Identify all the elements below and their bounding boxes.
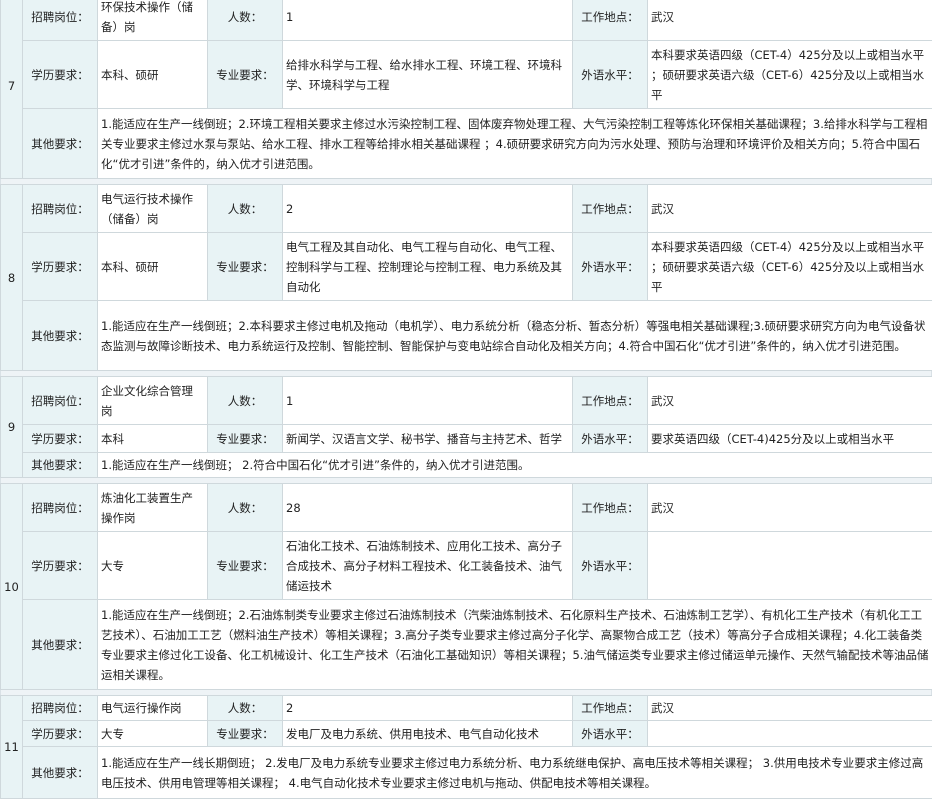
post-value: 炼油化工装置生产操作岗 [98, 484, 208, 532]
major-label: 专业要求： [208, 721, 283, 747]
major-value: 发电厂及电力系统、供用电技术、电气自动化技术 [283, 721, 573, 747]
job-table: 11招聘岗位：电气运行操作岗人数：2工作地点：武汉学历要求：大专专业要求：发电厂… [0, 695, 932, 799]
language-label: 外语水平： [573, 41, 648, 109]
count-value: 28 [283, 484, 573, 532]
count-label: 人数： [208, 696, 283, 721]
major-label: 专业要求： [208, 532, 283, 600]
post-label: 招聘岗位： [23, 484, 98, 532]
count-value: 2 [283, 185, 573, 233]
post-value: 企业文化综合管理岗 [98, 377, 208, 425]
other-label: 其他要求： [23, 747, 98, 799]
education-label: 学历要求： [23, 41, 98, 109]
location-label: 工作地点： [573, 185, 648, 233]
location-value: 武汉 [648, 0, 932, 41]
education-label: 学历要求： [23, 721, 98, 747]
post-label: 招聘岗位： [23, 185, 98, 233]
other-label: 其他要求： [23, 453, 98, 478]
education-value: 本科、硕研 [98, 233, 208, 301]
job-number: 10 [1, 484, 23, 690]
major-label: 专业要求： [208, 425, 283, 453]
other-value: 1.能适应在生产一线倒班； 2.符合中国石化“优才引进”条件的，纳入优才引进范围… [98, 453, 932, 478]
post-label: 招聘岗位： [23, 696, 98, 721]
other-value: 1.能适应在生产一线长期倒班； 2.发电厂及电力系统专业要求主修过电力系统分析、… [98, 747, 932, 799]
location-label: 工作地点： [573, 0, 648, 41]
job-table: 8招聘岗位：电气运行技术操作（储备）岗人数：2工作地点：武汉学历要求：本科、硕研… [0, 184, 932, 371]
count-label: 人数： [208, 0, 283, 41]
job-table: 7招聘岗位：环保技术操作（储备）岗人数：1工作地点：武汉学历要求：本科、硕研专业… [0, 0, 932, 179]
education-label: 学历要求： [23, 233, 98, 301]
count-value: 1 [283, 0, 573, 41]
other-label: 其他要求： [23, 301, 98, 371]
language-value: 本科要求英语四级（CET-4）425分及以上或相当水平 ；硕研要求英语六级（CE… [648, 233, 932, 301]
major-value: 给排水科学与工程、给水排水工程、环境工程、环境科学、环境科学与工程 [283, 41, 573, 109]
location-label: 工作地点： [573, 377, 648, 425]
job-table: 10招聘岗位：炼油化工装置生产操作岗人数：28工作地点：武汉学历要求：大专专业要… [0, 483, 932, 690]
language-label: 外语水平： [573, 233, 648, 301]
count-label: 人数： [208, 185, 283, 233]
count-label: 人数： [208, 484, 283, 532]
other-value: 1.能适应在生产一线倒班；2.环境工程相关要求主修过水污染控制工程、固体废弃物处… [98, 109, 932, 179]
location-value: 武汉 [648, 377, 932, 425]
location-label: 工作地点： [573, 696, 648, 721]
location-value: 武汉 [648, 185, 932, 233]
education-value: 大专 [98, 721, 208, 747]
count-label: 人数： [208, 377, 283, 425]
major-value: 电气工程及其自动化、电气工程与自动化、电气工程、控制科学与工程、控制理论与控制工… [283, 233, 573, 301]
other-label: 其他要求： [23, 109, 98, 179]
education-label: 学历要求： [23, 425, 98, 453]
count-value: 1 [283, 377, 573, 425]
location-label: 工作地点： [573, 484, 648, 532]
language-label: 外语水平： [573, 425, 648, 453]
language-value [648, 721, 932, 747]
job-table: 9招聘岗位：企业文化综合管理岗人数：1工作地点：武汉学历要求：本科专业要求：新闻… [0, 376, 932, 478]
other-label: 其他要求： [23, 600, 98, 690]
education-value: 大专 [98, 532, 208, 600]
job-number: 11 [1, 696, 23, 799]
language-label: 外语水平： [573, 532, 648, 600]
education-value: 本科 [98, 425, 208, 453]
count-value: 2 [283, 696, 573, 721]
education-value: 本科、硕研 [98, 41, 208, 109]
post-label: 招聘岗位： [23, 377, 98, 425]
language-value: 要求英语四级（CET-4)425分及以上或相当水平 [648, 425, 932, 453]
post-value: 电气运行技术操作（储备）岗 [98, 185, 208, 233]
major-value: 新闻学、汉语言文学、秘书学、播音与主持艺术、哲学 [283, 425, 573, 453]
job-number: 7 [1, 0, 23, 179]
post-label: 招聘岗位： [23, 0, 98, 41]
other-value: 1.能适应在生产一线倒班；2.本科要求主修过电机及拖动（电机学）、电力系统分析（… [98, 301, 932, 371]
language-value: 本科要求英语四级（CET-4）425分及以上或相当水平 ；硕研要求英语六级（CE… [648, 41, 932, 109]
major-label: 专业要求： [208, 233, 283, 301]
language-label: 外语水平： [573, 721, 648, 747]
post-value: 环保技术操作（储备）岗 [98, 0, 208, 41]
education-label: 学历要求： [23, 532, 98, 600]
job-listing: 7招聘岗位：环保技术操作（储备）岗人数：1工作地点：武汉学历要求：本科、硕研专业… [0, 0, 932, 799]
major-label: 专业要求： [208, 41, 283, 109]
post-value: 电气运行操作岗 [98, 696, 208, 721]
location-value: 武汉 [648, 484, 932, 532]
language-value [648, 532, 932, 600]
location-value: 武汉 [648, 696, 932, 721]
job-number: 9 [1, 377, 23, 478]
job-number: 8 [1, 185, 23, 371]
major-value: 石油化工技术、石油炼制技术、应用化工技术、高分子合成技术、高分子材料工程技术、化… [283, 532, 573, 600]
other-value: 1.能适应在生产一线倒班；2.石油炼制类专业要求主修过石油炼制技术（汽柴油炼制技… [98, 600, 932, 690]
